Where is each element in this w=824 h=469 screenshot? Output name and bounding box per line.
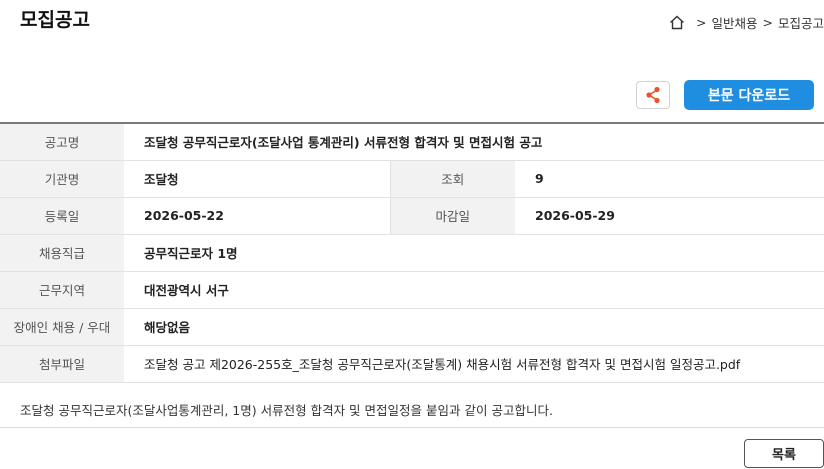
title-value: 조달청 공무직근로자(조달사업 통계관리) 서류전형 합격자 및 면접시험 공고 bbox=[124, 123, 824, 161]
table-row: 채용직급 공무직근로자 1명 bbox=[0, 234, 824, 272]
position-value: 공무직근로자 1명 bbox=[124, 234, 824, 272]
attachment-label: 첨부파일 bbox=[0, 345, 124, 383]
breadcrumb-separator: > bbox=[696, 15, 707, 30]
region-label: 근무지역 bbox=[0, 271, 124, 309]
disability-value: 해당없음 bbox=[124, 308, 824, 346]
table-row: 공고명 조달청 공무직근로자(조달사업 통계관리) 서류전형 합격자 및 면접시… bbox=[0, 123, 824, 161]
table-row: 근무지역 대전광역시 서구 bbox=[0, 271, 824, 309]
reg-date-label: 등록일 bbox=[0, 197, 124, 235]
title-label: 공고명 bbox=[0, 123, 124, 161]
breadcrumb-separator: > bbox=[762, 15, 773, 30]
org-label: 기관명 bbox=[0, 160, 124, 198]
notice-body: 조달청 공무직근로자(조달사업통계관리, 1명) 서류전형 합격자 및 면접일정… bbox=[0, 392, 824, 428]
breadcrumb-item-general-hiring[interactable]: 일반채용 bbox=[711, 13, 757, 32]
table-row: 장애인 채용 / 우대 해당없음 bbox=[0, 308, 824, 346]
views-label: 조회 bbox=[389, 160, 515, 198]
share-icon bbox=[646, 86, 660, 104]
region-value: 대전광역시 서구 bbox=[124, 271, 824, 309]
page-title: 모집공고 bbox=[20, 9, 90, 31]
table-row: 기관명 조달청 조회 9 bbox=[0, 160, 824, 198]
reg-date-value: 2026-05-22 bbox=[124, 197, 390, 235]
table-row: 첨부파일 조달청 공고 제2026-255호_조달청 공무직근로자(조달통계) … bbox=[0, 345, 824, 383]
table-row: 등록일 2026-05-22 마감일 2026-05-29 bbox=[0, 197, 824, 235]
org-value: 조달청 bbox=[124, 160, 390, 198]
notice-info-table: 공고명 조달청 공무직근로자(조달사업 통계관리) 서류전형 합격자 및 면접시… bbox=[0, 122, 824, 383]
disability-label: 장애인 채용 / 우대 bbox=[0, 308, 124, 346]
deadline-value: 2026-05-29 bbox=[515, 197, 824, 235]
views-value: 9 bbox=[515, 160, 824, 198]
download-body-button[interactable]: 본문 다운로드 bbox=[684, 80, 814, 110]
share-button[interactable] bbox=[636, 81, 670, 109]
breadcrumb: > 일반채용 > 모집공고 bbox=[669, 13, 824, 32]
attachment-link[interactable]: 조달청 공고 제2026-255호_조달청 공무직근로자(조달통계) 채용시험 … bbox=[124, 345, 824, 383]
breadcrumb-item-recruitment-notice[interactable]: 모집공고 bbox=[778, 13, 824, 32]
deadline-label: 마감일 bbox=[389, 197, 515, 235]
list-button[interactable]: 목록 bbox=[744, 439, 824, 468]
position-label: 채용직급 bbox=[0, 234, 124, 272]
home-icon[interactable] bbox=[669, 15, 685, 30]
